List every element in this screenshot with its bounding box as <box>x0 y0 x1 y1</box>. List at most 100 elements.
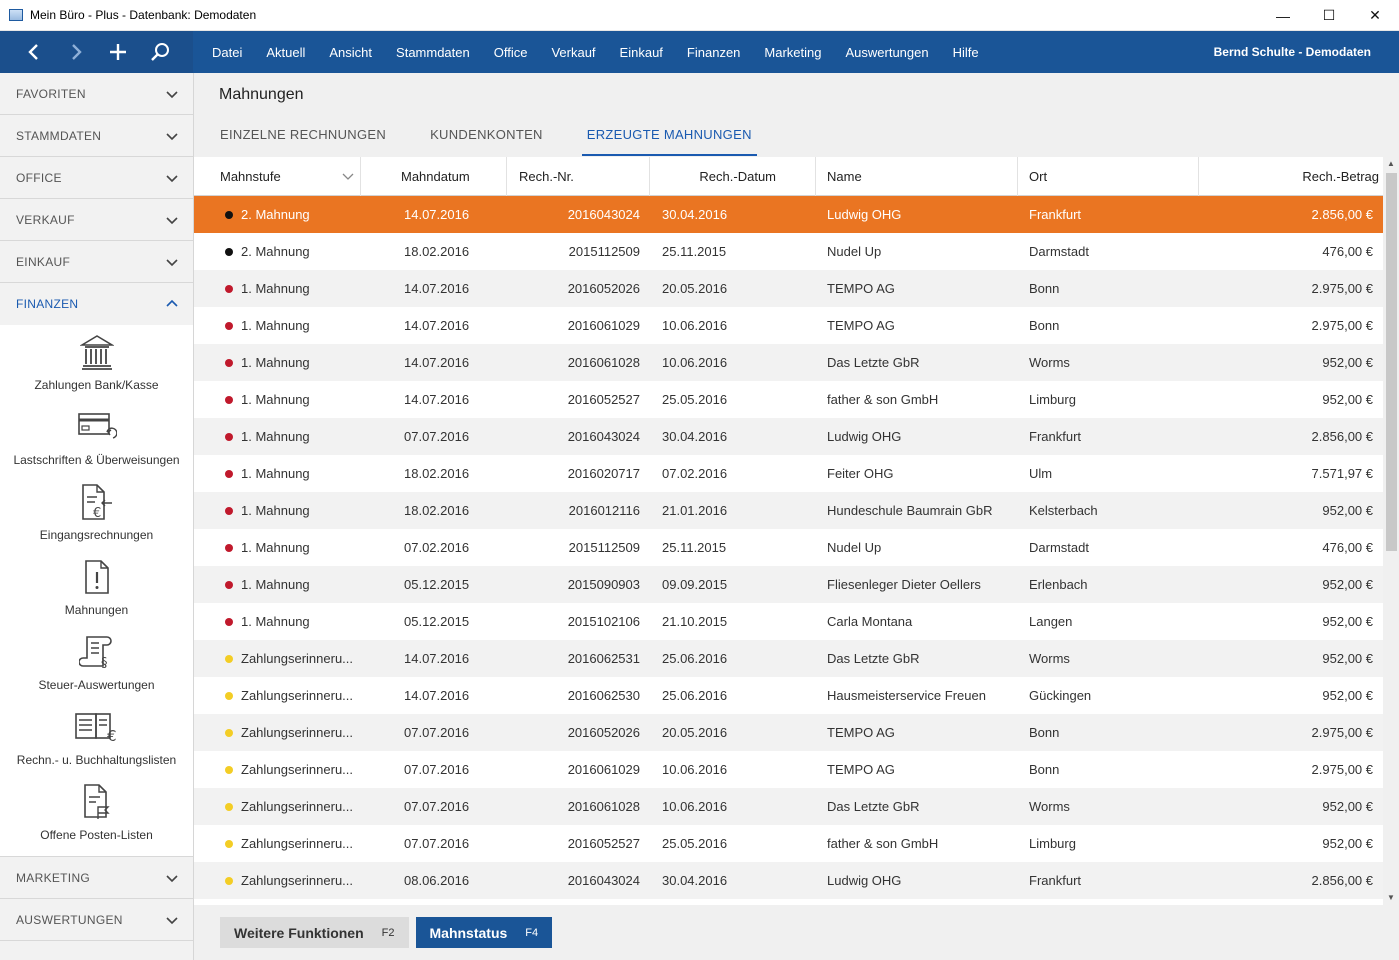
cell-name: Das Letzte GbR <box>827 651 920 666</box>
menu-auswertungen[interactable]: Auswertungen <box>833 45 940 60</box>
cell-mahndatum: 07.07.2016 <box>404 762 470 777</box>
table-row[interactable]: 1. Mahnung 18.02.2016 2016012116 21.01.2016… <box>194 492 1383 529</box>
sidebar-section-auswertungen[interactable]: AUSWERTUNGEN <box>0 899 193 941</box>
table-row[interactable]: 2. Mahnung 18.02.2016 2015112509 25.11.2015… <box>194 233 1383 270</box>
sidebar-item-offene-posten[interactable]: Offene Posten-Listen <box>0 775 193 850</box>
cell-ort: Bonn <box>1029 762 1060 777</box>
column-header-rechbetrag[interactable]: Rech.-Betrag <box>1199 157 1383 196</box>
sidebar-section-office[interactable]: OFFICE <box>0 157 193 199</box>
cell-mahnstufe: 1. Mahnung <box>194 355 361 370</box>
column-header-mahndatum[interactable]: Mahndatum <box>361 157 507 196</box>
table-row[interactable]: Zahlungserinneru... 07.07.2016 2016061028 1… <box>194 788 1383 825</box>
scrollbar-thumb[interactable] <box>1386 173 1397 551</box>
footer-actions: Weitere Funktionen F2 Mahnstatus F4 <box>220 917 559 948</box>
search-icon[interactable] <box>139 31 181 73</box>
table-row[interactable]: Zahlungserinneru... 07.07.2016 2016061029 1… <box>194 751 1383 788</box>
svg-text:§: § <box>101 656 108 670</box>
cell-mahndatum: 14.07.2016 <box>404 207 470 222</box>
cell-mahndatum: 14.07.2016 <box>404 355 470 370</box>
back-icon[interactable] <box>13 31 55 73</box>
table-body: 2. Mahnung 14.07.2016 2016043024 30.04.2016… <box>194 196 1383 899</box>
nav-buttons <box>0 31 193 73</box>
table-row[interactable]: 1. Mahnung 07.07.2016 2016043024 30.04.2016… <box>194 418 1383 455</box>
button-label: Mahnstatus <box>429 924 508 941</box>
sidebar-section-stammdaten[interactable]: STAMMDATEN <box>0 115 193 157</box>
table-row[interactable]: Zahlungserinneru... 14.07.2016 2016062531 2… <box>194 640 1383 677</box>
status-dot-icon <box>225 802 233 811</box>
column-header-rechnr[interactable]: Rech.-Nr. <box>507 157 650 196</box>
cell-rechbetrag: 952,00 € <box>1322 799 1373 814</box>
button-label: Weitere Funktionen <box>234 924 364 941</box>
menu-datei[interactable]: Datei <box>200 45 254 60</box>
forward-icon[interactable] <box>55 31 97 73</box>
table-row[interactable]: Zahlungserinneru... 07.07.2016 2016052527 2… <box>194 825 1383 862</box>
status-dot-icon <box>225 395 233 404</box>
sort-chevron-icon[interactable] <box>342 173 354 181</box>
tab-erzeugte-mahnungen[interactable]: ERZEUGTE MAHNUNGEN <box>581 127 757 156</box>
menu-office[interactable]: Office <box>482 45 540 60</box>
close-button[interactable]: ✕ <box>1352 0 1398 31</box>
cell-name: Ludwig OHG <box>827 873 902 888</box>
table-row[interactable]: 1. Mahnung 14.07.2016 2016052527 25.05.2016… <box>194 381 1383 418</box>
table-row[interactable]: 1. Mahnung 05.12.2015 2015102106 21.10.2015… <box>194 603 1383 640</box>
sidebar-section-einkauf[interactable]: EINKAUF <box>0 241 193 283</box>
table-row[interactable]: Zahlungserinneru... 08.06.2016 2016043024 3… <box>194 862 1383 899</box>
menu-aktuell[interactable]: Aktuell <box>254 45 317 60</box>
column-header-ort[interactable]: Ort <box>1018 157 1199 196</box>
cell-rechbetrag: 2.975,00 € <box>1311 762 1373 777</box>
table-row[interactable]: 1. Mahnung 14.07.2016 2016061029 10.06.2016… <box>194 307 1383 344</box>
column-header-mahnstufe[interactable]: Mahnstufe <box>194 157 361 196</box>
mahnstufe-label: Zahlungserinneru... <box>241 725 354 740</box>
menu-hilfe[interactable]: Hilfe <box>941 45 991 60</box>
chevron-down-icon <box>166 874 178 882</box>
sidebar-item-eingangsrechnungen[interactable]: € Eingangsrechnungen <box>0 475 193 550</box>
table-row[interactable]: 1. Mahnung 05.12.2015 2015090903 09.09.2015… <box>194 566 1383 603</box>
sidebar-section-finanzen[interactable]: FINANZEN <box>0 283 193 325</box>
cell-rechdatum: 20.05.2016 <box>662 281 728 296</box>
cell-name: Nudel Up <box>827 244 882 259</box>
table-row[interactable]: 1. Mahnung 18.02.2016 2016020717 07.02.2016… <box>194 455 1383 492</box>
minimize-button[interactable]: — <box>1260 0 1306 31</box>
menu-marketing[interactable]: Marketing <box>752 45 833 60</box>
cell-ort: Frankfurt <box>1029 873 1082 888</box>
cell-name: Ludwig OHG <box>827 207 902 222</box>
menu-ansicht[interactable]: Ansicht <box>317 45 384 60</box>
sidebar-item-lastschriften[interactable]: Lastschriften & Überweisungen <box>0 400 193 475</box>
sidebar-item-steuer[interactable]: § Steuer-Auswertungen <box>0 625 193 700</box>
sidebar-section-marketing[interactable]: MARKETING <box>0 857 193 899</box>
vertical-scrollbar[interactable]: ▲ ▼ <box>1383 157 1399 905</box>
menu-finanzen[interactable]: Finanzen <box>675 45 752 60</box>
page-title: Mahnungen <box>219 86 304 103</box>
sidebar-section-favoriten[interactable]: FAVORITEN <box>0 73 193 115</box>
main-nav-bar: Datei Aktuell Ansicht Stammdaten Office … <box>0 31 1399 73</box>
weitere-funktionen-button[interactable]: Weitere Funktionen F2 <box>220 917 409 948</box>
plus-icon[interactable] <box>97 31 139 73</box>
scroll-down-arrow-icon[interactable]: ▼ <box>1383 891 1399 905</box>
table-row[interactable]: 1. Mahnung 14.07.2016 2016052026 20.05.2016… <box>194 270 1383 307</box>
cell-mahndatum: 07.07.2016 <box>404 799 470 814</box>
status-dot-icon <box>225 506 233 515</box>
menu-verkauf[interactable]: Verkauf <box>539 45 607 60</box>
table-row[interactable]: Zahlungserinneru... 14.07.2016 2016062530 2… <box>194 677 1383 714</box>
column-header-rechdatum[interactable]: Rech.-Datum <box>650 157 816 196</box>
table-row[interactable]: 1. Mahnung 07.02.2016 2015112509 25.11.2015… <box>194 529 1383 566</box>
sidebar-item-buchhaltungslisten[interactable]: € Rechn.- u. Buchhaltungslisten <box>0 700 193 775</box>
column-header-name[interactable]: Name <box>816 157 1018 196</box>
scroll-up-arrow-icon[interactable]: ▲ <box>1383 157 1399 171</box>
cell-mahnstufe: 1. Mahnung <box>194 577 361 592</box>
cell-mahndatum: 14.07.2016 <box>404 688 470 703</box>
tab-kundenkonten[interactable]: KUNDENKONTEN <box>425 127 548 156</box>
table-row[interactable]: 2. Mahnung 14.07.2016 2016043024 30.04.2016… <box>194 196 1383 233</box>
mahnstatus-button[interactable]: Mahnstatus F4 <box>415 917 553 948</box>
user-name[interactable]: Bernd Schulte - Demodaten <box>1214 31 1371 73</box>
menu-einkauf[interactable]: Einkauf <box>608 45 675 60</box>
maximize-button[interactable]: ☐ <box>1306 0 1352 31</box>
tab-einzelne-rechnungen[interactable]: EINZELNE RECHNUNGEN <box>215 127 391 156</box>
sidebar-item-zahlungen[interactable]: Zahlungen Bank/Kasse <box>0 325 193 400</box>
sidebar-item-mahnungen[interactable]: Mahnungen <box>0 550 193 625</box>
sidebar-section-verkauf[interactable]: VERKAUF <box>0 199 193 241</box>
table-row[interactable]: 1. Mahnung 14.07.2016 2016061028 10.06.2016… <box>194 344 1383 381</box>
table-row[interactable]: Zahlungserinneru... 07.07.2016 2016052026 2… <box>194 714 1383 751</box>
cell-rechdatum: 09.09.2015 <box>662 577 728 592</box>
menu-stammdaten[interactable]: Stammdaten <box>384 45 482 60</box>
